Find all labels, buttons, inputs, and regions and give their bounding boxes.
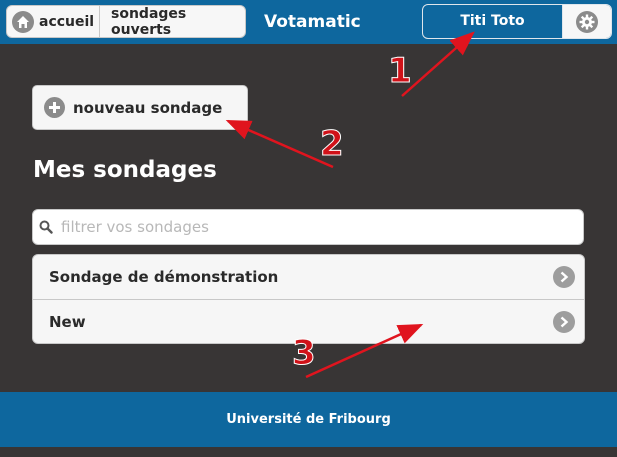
plus-icon xyxy=(44,97,65,118)
annotation-number-2: 2 xyxy=(320,124,344,164)
app-title: Votamatic xyxy=(264,12,361,32)
poll-item-new[interactable]: New xyxy=(33,299,584,343)
page-title: Mes sondages xyxy=(33,157,217,183)
nav-button-group: accueil sondages ouverts xyxy=(6,5,246,38)
home-button[interactable]: accueil xyxy=(7,6,100,37)
chevron-right-icon xyxy=(553,266,575,288)
footer: Université de Fribourg xyxy=(0,392,617,447)
gear-icon xyxy=(576,10,598,33)
home-button-label: accueil xyxy=(39,13,95,30)
open-polls-label: sondages ouverts xyxy=(111,5,187,38)
bottom-strip xyxy=(0,447,617,457)
top-bar: accueil sondages ouverts Votamatic Titi … xyxy=(0,0,617,44)
footer-text: Université de Fribourg xyxy=(226,412,391,427)
poll-list: Sondage de démonstration New xyxy=(32,254,585,344)
home-icon xyxy=(12,10,34,33)
user-account-button[interactable]: Titi Toto xyxy=(423,5,563,38)
poll-item-demo[interactable]: Sondage de démonstration xyxy=(33,255,584,299)
filter-search-box xyxy=(32,209,584,245)
poll-item-label: Sondage de démonstration xyxy=(49,268,279,286)
open-polls-button[interactable]: sondages ouverts xyxy=(100,6,245,37)
user-name: Titi Toto xyxy=(460,12,525,29)
new-poll-label: nouveau sondage xyxy=(73,98,223,117)
search-icon xyxy=(39,220,53,234)
user-button-group: Titi Toto xyxy=(422,4,612,39)
new-poll-button[interactable]: nouveau sondage xyxy=(32,85,248,130)
settings-button[interactable] xyxy=(563,5,611,38)
poll-item-label: New xyxy=(49,312,86,331)
annotation-number-1: 1 xyxy=(388,51,412,91)
filter-input[interactable] xyxy=(59,217,583,237)
chevron-right-icon xyxy=(553,310,575,333)
